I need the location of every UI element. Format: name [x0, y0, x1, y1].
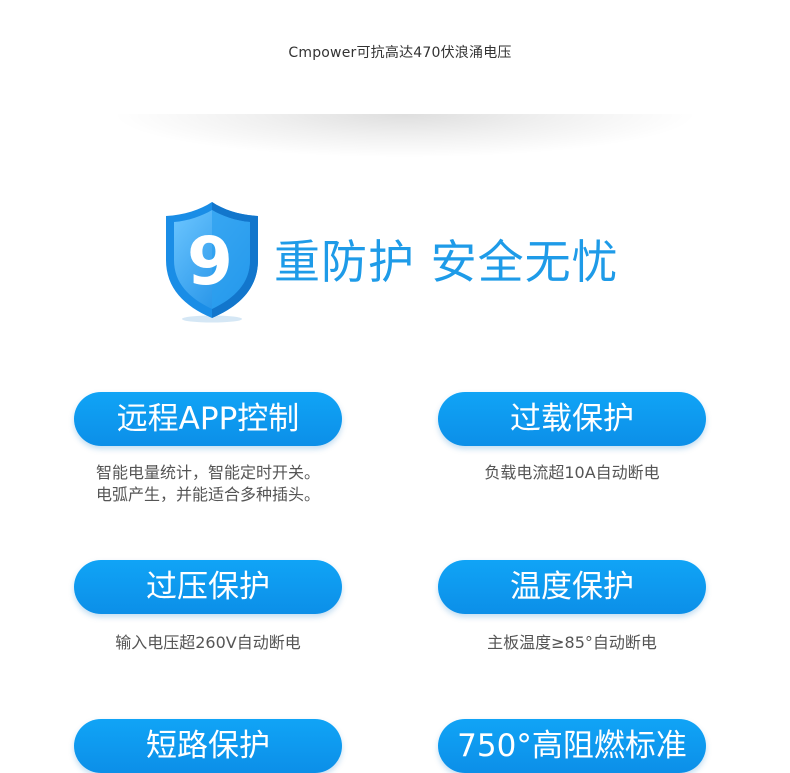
- feature-title-overvoltage: 过压保护: [74, 560, 342, 614]
- feature-desc-remote-app: 智能电量统计，智能定时开关。 电弧产生，并能适合多种插头。: [74, 462, 342, 506]
- feature-desc-line: 智能电量统计，智能定时开关。: [95, 463, 320, 482]
- feature-title-flame-retardant: 750°高阻燃标准: [438, 719, 706, 773]
- section-divider-shadow: [110, 114, 700, 158]
- feature-title-remote-app: 远程APP控制: [74, 392, 342, 446]
- feature-desc-line: 电弧产生，并能适合多种插头。: [95, 485, 320, 504]
- feature-desc-line: 输入电压超260V自动断电: [115, 633, 301, 652]
- feature-desc-overvoltage: 输入电压超260V自动断电: [74, 632, 342, 654]
- feature-title-overload: 过载保护: [438, 392, 706, 446]
- headline-title: 重防护 安全无忧: [274, 235, 619, 289]
- feature-desc-line: 主板温度≥85°自动断电: [487, 633, 657, 652]
- feature-title-temperature: 温度保护: [438, 560, 706, 614]
- badge-number: 9: [187, 223, 233, 300]
- feature-desc-line: 负载电流超10A自动断电: [484, 463, 660, 482]
- shield-icon: 9: [160, 198, 264, 324]
- feature-title-short-circuit: 短路保护: [74, 719, 342, 773]
- feature-desc-overload: 负载电流超10A自动断电: [438, 462, 706, 484]
- feature-desc-temperature: 主板温度≥85°自动断电: [438, 632, 706, 654]
- top-caption: Cmpower可抗高达470伏浪涌电压: [288, 45, 512, 61]
